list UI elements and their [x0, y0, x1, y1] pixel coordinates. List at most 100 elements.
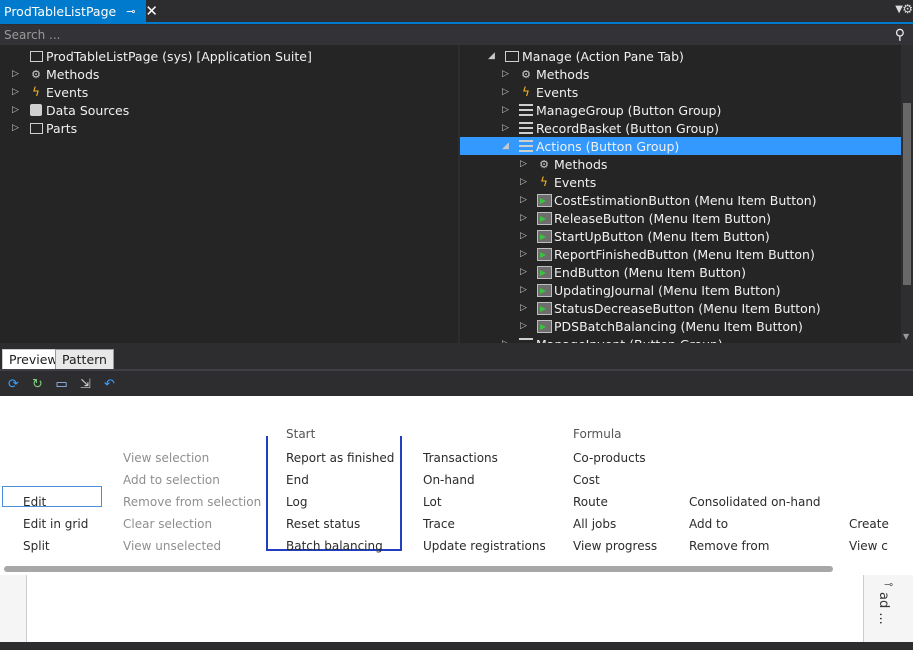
- tree-node[interactable]: ▷ ⚙ Methods: [460, 65, 589, 83]
- action-pane-button[interactable]: Formula: [573, 427, 622, 441]
- expander-icon[interactable]: ▷: [520, 303, 534, 313]
- expander-icon[interactable]: ▷: [12, 123, 26, 133]
- expander-icon[interactable]: ▷: [12, 105, 26, 115]
- open-window-icon[interactable]: ▭: [52, 375, 71, 394]
- action-pane-button[interactable]: Consolidated on-hand: [689, 495, 821, 509]
- tree-node[interactable]: ▷ RecordBasket (Button Group): [460, 119, 719, 137]
- action-pane-button[interactable]: All jobs: [573, 517, 616, 531]
- action-pane-button[interactable]: Cost: [573, 473, 600, 487]
- tree-node[interactable]: ▷ ManageInvent (Button Group): [460, 335, 723, 343]
- action-pane-button[interactable]: Remove from selection: [123, 495, 261, 509]
- tree-node-label: EndButton (Menu Item Button): [554, 264, 746, 280]
- expander-icon[interactable]: ▷: [520, 195, 534, 205]
- action-pane-button[interactable]: View progress: [573, 539, 657, 553]
- action-pane-button[interactable]: Start: [286, 427, 315, 441]
- bottom-border: [0, 642, 913, 650]
- action-pane-button[interactable]: Clear selection: [123, 517, 212, 531]
- tree-node[interactable]: ▷ ϟ Events: [460, 173, 596, 191]
- tab-icon: [502, 50, 522, 62]
- expander-icon[interactable]: ▷: [520, 231, 534, 241]
- tree-node-label: Data Sources: [46, 102, 130, 118]
- action-pane-button[interactable]: Route: [573, 495, 608, 509]
- pin-icon[interactable]: ⊸: [126, 5, 135, 18]
- expander-icon[interactable]: ▷: [502, 339, 516, 343]
- tree-node[interactable]: ◢ Manage (Action Pane Tab): [460, 47, 684, 65]
- action-pane-button[interactable]: Report as finished: [286, 451, 394, 465]
- action-pane-button[interactable]: Add to selection: [123, 473, 220, 487]
- scroll-down-icon[interactable]: ▼: [903, 332, 909, 341]
- action-pane-button[interactable]: Create: [849, 517, 889, 531]
- tree-node[interactable]: ▷ ReportFinishedButton (Menu Item Button): [460, 245, 815, 263]
- tree-node[interactable]: ▷ StatusDecreaseButton (Menu Item Button): [460, 299, 821, 317]
- document-tab[interactable]: ProdTableListPage ⊸ ✕: [0, 0, 158, 22]
- action-pane-button[interactable]: Batch balancing: [286, 539, 383, 553]
- expander-icon[interactable]: ▷: [520, 213, 534, 223]
- action-pane-button[interactable]: Update registrations: [423, 539, 546, 553]
- pin-icon[interactable]: ⊸: [884, 578, 893, 591]
- action-pane-button[interactable]: View c: [849, 539, 888, 553]
- action-pane-button[interactable]: Transactions: [423, 451, 498, 465]
- expander-icon[interactable]: ▷: [502, 105, 516, 115]
- document-tabstrip: ProdTableListPage ⊸ ✕ ▼ ⚙: [0, 0, 913, 24]
- action-pane-button[interactable]: Edit in grid: [23, 517, 88, 531]
- action-pane-button[interactable]: Reset status: [286, 517, 360, 531]
- action-pane-button[interactable]: Remove from: [689, 539, 769, 553]
- tree-node[interactable]: ▷ ManageGroup (Button Group): [460, 101, 721, 119]
- tree-node[interactable]: ProdTableListPage (sys) [Application Sui…: [8, 47, 312, 65]
- action-pane-button[interactable]: Log: [286, 495, 307, 509]
- tree-node[interactable]: ▷ StartUpButton (Menu Item Button): [460, 227, 770, 245]
- tree-node[interactable]: ▷ ⚙ Methods: [460, 155, 607, 173]
- export-icon[interactable]: ⇲: [76, 375, 95, 394]
- undo-icon[interactable]: ↶: [100, 375, 119, 394]
- expander-icon[interactable]: ▷: [520, 285, 534, 295]
- tree-node[interactable]: ◢ Actions (Button Group): [460, 137, 901, 155]
- search-icon[interactable]: ⚲: [895, 27, 905, 43]
- expander-icon[interactable]: ▷: [520, 321, 534, 331]
- expander-icon[interactable]: ▷: [520, 249, 534, 259]
- refresh-all-icon[interactable]: ↻: [28, 375, 47, 394]
- tree-node[interactable]: ▷ Data Sources: [8, 101, 129, 119]
- tree-node-label: Methods: [536, 66, 590, 82]
- refresh-icon[interactable]: ⟳: [4, 375, 23, 394]
- tree-node[interactable]: ▷ CostEstimationButton (Menu Item Button): [460, 191, 817, 209]
- tree-node[interactable]: ▷ ReleaseButton (Menu Item Button): [460, 209, 771, 227]
- expander-icon[interactable]: ▷: [520, 159, 534, 169]
- action-pane-button[interactable]: Co-products: [573, 451, 646, 465]
- tree-node[interactable]: ▷ ⚙ Methods: [8, 65, 99, 83]
- action-pane-button[interactable]: On-hand: [423, 473, 475, 487]
- gear-icon[interactable]: ⚙: [902, 2, 913, 16]
- action-pane-button[interactable]: Lot: [423, 495, 442, 509]
- action-pane-button[interactable]: Trace: [423, 517, 455, 531]
- tree-node[interactable]: ▷ ϟ Events: [8, 83, 88, 101]
- close-icon[interactable]: ✕: [145, 3, 158, 19]
- action-pane-button[interactable]: View selection: [123, 451, 209, 465]
- tree-node[interactable]: ▷ EndButton (Menu Item Button): [460, 263, 746, 281]
- action-pane-button[interactable]: Split: [23, 539, 50, 553]
- expander-icon[interactable]: ▷: [502, 123, 516, 133]
- action-pane-button[interactable]: Edit: [23, 495, 46, 509]
- tree-node[interactable]: ▷ PDSBatchBalancing (Menu Item Button): [460, 317, 803, 335]
- expander-icon[interactable]: ▷: [12, 87, 26, 97]
- tree-node[interactable]: ▷ ϟ Events: [460, 83, 578, 101]
- horizontal-scrollbar[interactable]: [4, 566, 833, 572]
- tree-node[interactable]: ▷ Parts: [8, 119, 77, 137]
- tab-pattern[interactable]: Pattern: [55, 349, 114, 370]
- action-pane-button[interactable]: View unselected: [123, 539, 221, 553]
- expander-icon[interactable]: ▷: [520, 177, 534, 187]
- side-panel-label[interactable]: ad ...: [876, 592, 891, 625]
- expander-icon[interactable]: ▷: [520, 267, 534, 277]
- tree-scrollbar[interactable]: ▼: [901, 45, 913, 343]
- action-pane-button[interactable]: Add to: [689, 517, 728, 531]
- expander-icon[interactable]: ▷: [12, 69, 26, 79]
- expander-icon[interactable]: ▷: [502, 69, 516, 79]
- expander-icon[interactable]: ◢: [502, 141, 516, 151]
- left-tree-pane: ProdTableListPage (sys) [Application Sui…: [0, 45, 458, 343]
- expander-icon[interactable]: ◢: [488, 51, 502, 61]
- expander-icon[interactable]: ▷: [502, 87, 516, 97]
- tree-node-label: RecordBasket (Button Group): [536, 120, 719, 136]
- scrollbar-thumb[interactable]: [903, 103, 911, 285]
- search-input[interactable]: [0, 25, 880, 45]
- action-pane-button[interactable]: End: [286, 473, 309, 487]
- tree-node[interactable]: ▷ UpdatingJournal (Menu Item Button): [460, 281, 780, 299]
- form-body: [0, 575, 913, 642]
